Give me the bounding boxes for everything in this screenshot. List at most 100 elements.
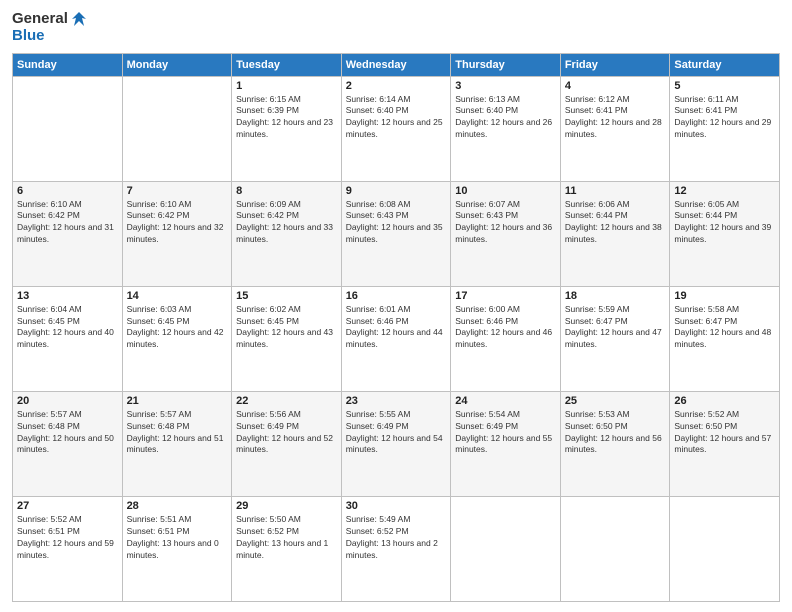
day-info: Sunrise: 5:52 AMSunset: 6:50 PMDaylight:…: [674, 409, 775, 457]
calendar-cell: 11Sunrise: 6:06 AMSunset: 6:44 PMDayligh…: [560, 181, 670, 286]
header: General Blue: [12, 10, 780, 45]
day-number: 14: [127, 290, 228, 302]
day-number: 9: [346, 185, 447, 197]
day-number: 23: [346, 395, 447, 407]
day-info: Sunrise: 5:57 AMSunset: 6:48 PMDaylight:…: [127, 409, 228, 457]
calendar-cell: [13, 76, 123, 181]
calendar-cell: 4 Sunrise: 6:12 AMSunset: 6:41 PMDaylight…: [560, 76, 670, 181]
day-info: Sunrise: 6:02 AMSunset: 6:45 PMDaylight:…: [236, 304, 337, 352]
day-info: Sunrise: 5:59 AMSunset: 6:47 PMDaylight:…: [565, 304, 666, 352]
calendar-cell: 13 Sunrise: 6:04 AMSunset: 6:45 PMDayligh…: [13, 286, 123, 391]
weekday-header-friday: Friday: [560, 53, 670, 76]
calendar-cell: 23 Sunrise: 5:55 AMSunset: 6:49 PMDayligh…: [341, 391, 451, 496]
calendar-cell: 27 Sunrise: 5:52 AMSunset: 6:51 PMDayligh…: [13, 496, 123, 601]
calendar-cell: 1 Sunrise: 6:15 AMSunset: 6:39 PMDaylight…: [232, 76, 342, 181]
calendar-cell: 10 Sunrise: 6:07 AMSunset: 6:43 PMDayligh…: [451, 181, 561, 286]
day-info: Sunrise: 6:01 AMSunset: 6:46 PMDaylight:…: [346, 304, 447, 352]
day-info: Sunrise: 6:10 AMSunset: 6:42 PMDaylight:…: [17, 199, 118, 247]
day-number: 1: [236, 80, 337, 92]
calendar-cell: 16 Sunrise: 6:01 AMSunset: 6:46 PMDayligh…: [341, 286, 451, 391]
day-number: 27: [17, 500, 118, 512]
day-info: Sunrise: 6:03 AMSunset: 6:45 PMDaylight:…: [127, 304, 228, 352]
day-number: 29: [236, 500, 337, 512]
day-info: Sunrise: 6:15 AMSunset: 6:39 PMDaylight:…: [236, 94, 337, 142]
calendar-cell: [560, 496, 670, 601]
day-number: 17: [455, 290, 556, 302]
calendar-cell: 30Sunrise: 5:49 AMSunset: 6:52 PMDayligh…: [341, 496, 451, 601]
day-info: Sunrise: 6:04 AMSunset: 6:45 PMDaylight:…: [17, 304, 118, 352]
logo-bird-icon: [70, 10, 88, 28]
day-number: 8: [236, 185, 337, 197]
day-number: 11: [565, 185, 666, 197]
calendar-cell: 17 Sunrise: 6:00 AMSunset: 6:46 PMDayligh…: [451, 286, 561, 391]
day-number: 18: [565, 290, 666, 302]
day-info: Sunrise: 6:10 AMSunset: 6:42 PMDaylight:…: [127, 199, 228, 247]
calendar-cell: 14 Sunrise: 6:03 AMSunset: 6:45 PMDayligh…: [122, 286, 232, 391]
day-info: Sunrise: 5:58 AMSunset: 6:47 PMDaylight:…: [674, 304, 775, 352]
logo-blue: Blue: [12, 28, 88, 45]
day-info: Sunrise: 5:53 AMSunset: 6:50 PMDaylight:…: [565, 409, 666, 457]
day-info: Sunrise: 6:13 AMSunset: 6:40 PMDaylight:…: [455, 94, 556, 142]
calendar-cell: 2 Sunrise: 6:14 AMSunset: 6:40 PMDaylight…: [341, 76, 451, 181]
day-number: 10: [455, 185, 556, 197]
day-info: Sunrise: 5:51 AMSunset: 6:51 PMDaylight:…: [127, 514, 228, 562]
day-number: 3: [455, 80, 556, 92]
weekday-header-tuesday: Tuesday: [232, 53, 342, 76]
calendar-cell: 29 Sunrise: 5:50 AMSunset: 6:52 PMDayligh…: [232, 496, 342, 601]
day-number: 16: [346, 290, 447, 302]
calendar-cell: 24Sunrise: 5:54 AMSunset: 6:49 PMDayligh…: [451, 391, 561, 496]
day-number: 7: [127, 185, 228, 197]
day-info: Sunrise: 5:52 AMSunset: 6:51 PMDaylight:…: [17, 514, 118, 562]
calendar-cell: 12Sunrise: 6:05 AMSunset: 6:44 PMDayligh…: [670, 181, 780, 286]
weekday-header-monday: Monday: [122, 53, 232, 76]
day-info: Sunrise: 6:14 AMSunset: 6:40 PMDaylight:…: [346, 94, 447, 142]
calendar-cell: 9 Sunrise: 6:08 AMSunset: 6:43 PMDaylight…: [341, 181, 451, 286]
calendar-cell: 5 Sunrise: 6:11 AMSunset: 6:41 PMDaylight…: [670, 76, 780, 181]
calendar-cell: 20 Sunrise: 5:57 AMSunset: 6:48 PMDayligh…: [13, 391, 123, 496]
day-number: 25: [565, 395, 666, 407]
weekday-header-row: SundayMondayTuesdayWednesdayThursdayFrid…: [13, 53, 780, 76]
day-info: Sunrise: 6:08 AMSunset: 6:43 PMDaylight:…: [346, 199, 447, 247]
logo: General Blue: [12, 10, 88, 45]
day-number: 6: [17, 185, 118, 197]
calendar-week-row: 13 Sunrise: 6:04 AMSunset: 6:45 PMDayligh…: [13, 286, 780, 391]
day-number: 13: [17, 290, 118, 302]
calendar-week-row: 20 Sunrise: 5:57 AMSunset: 6:48 PMDayligh…: [13, 391, 780, 496]
day-info: Sunrise: 5:57 AMSunset: 6:48 PMDaylight:…: [17, 409, 118, 457]
day-number: 5: [674, 80, 775, 92]
day-number: 12: [674, 185, 775, 197]
calendar-cell: 25 Sunrise: 5:53 AMSunset: 6:50 PMDayligh…: [560, 391, 670, 496]
day-number: 26: [674, 395, 775, 407]
day-info: Sunrise: 5:50 AMSunset: 6:52 PMDaylight:…: [236, 514, 337, 562]
day-number: 15: [236, 290, 337, 302]
calendar-week-row: 6 Sunrise: 6:10 AMSunset: 6:42 PMDaylight…: [13, 181, 780, 286]
calendar-cell: 26 Sunrise: 5:52 AMSunset: 6:50 PMDayligh…: [670, 391, 780, 496]
calendar-cell: 8 Sunrise: 6:09 AMSunset: 6:42 PMDaylight…: [232, 181, 342, 286]
calendar-cell: 21Sunrise: 5:57 AMSunset: 6:48 PMDayligh…: [122, 391, 232, 496]
day-info: Sunrise: 6:07 AMSunset: 6:43 PMDaylight:…: [455, 199, 556, 247]
logo-general: General: [12, 11, 68, 28]
calendar-cell: 19 Sunrise: 5:58 AMSunset: 6:47 PMDayligh…: [670, 286, 780, 391]
day-info: Sunrise: 6:00 AMSunset: 6:46 PMDaylight:…: [455, 304, 556, 352]
calendar-cell: [451, 496, 561, 601]
day-number: 22: [236, 395, 337, 407]
day-info: Sunrise: 6:09 AMSunset: 6:42 PMDaylight:…: [236, 199, 337, 247]
calendar-cell: [122, 76, 232, 181]
day-info: Sunrise: 5:54 AMSunset: 6:49 PMDaylight:…: [455, 409, 556, 457]
weekday-header-saturday: Saturday: [670, 53, 780, 76]
day-number: 20: [17, 395, 118, 407]
calendar-week-row: 1 Sunrise: 6:15 AMSunset: 6:39 PMDaylight…: [13, 76, 780, 181]
day-info: Sunrise: 6:12 AMSunset: 6:41 PMDaylight:…: [565, 94, 666, 142]
day-number: 19: [674, 290, 775, 302]
day-number: 2: [346, 80, 447, 92]
day-number: 4: [565, 80, 666, 92]
day-info: Sunrise: 5:49 AMSunset: 6:52 PMDaylight:…: [346, 514, 447, 562]
weekday-header-thursday: Thursday: [451, 53, 561, 76]
day-info: Sunrise: 5:55 AMSunset: 6:49 PMDaylight:…: [346, 409, 447, 457]
calendar-cell: 22Sunrise: 5:56 AMSunset: 6:49 PMDayligh…: [232, 391, 342, 496]
day-number: 28: [127, 500, 228, 512]
calendar-cell: [670, 496, 780, 601]
weekday-header-sunday: Sunday: [13, 53, 123, 76]
day-info: Sunrise: 6:11 AMSunset: 6:41 PMDaylight:…: [674, 94, 775, 142]
calendar-cell: 6 Sunrise: 6:10 AMSunset: 6:42 PMDaylight…: [13, 181, 123, 286]
